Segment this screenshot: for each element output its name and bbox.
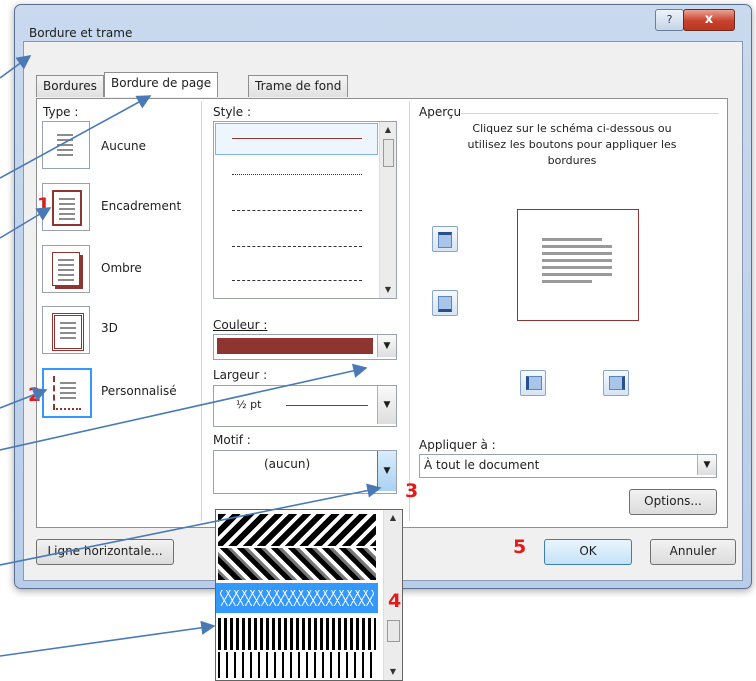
arrow-to-personnalise bbox=[0, 387, 48, 409]
arrow-to-couleur bbox=[0, 363, 368, 451]
arrow-to-motif-button bbox=[0, 483, 382, 566]
annotation-arrows bbox=[0, 55, 382, 657]
arrow-to-motif-option bbox=[0, 620, 216, 657]
arrow-to-window-title bbox=[0, 55, 32, 79]
arrow-to-encadrement bbox=[0, 207, 52, 239]
arrow-to-tab-bordure-de-page bbox=[0, 95, 152, 179]
